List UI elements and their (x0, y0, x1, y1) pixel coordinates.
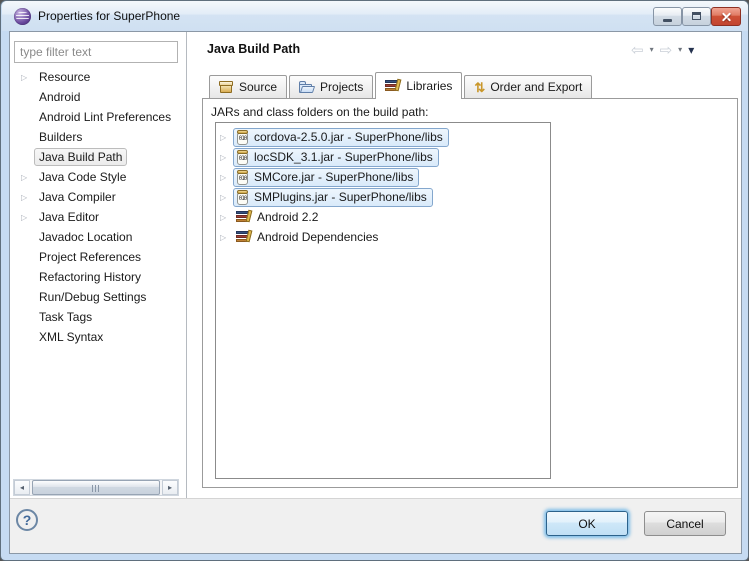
view-menu-icon[interactable]: ▾ (688, 44, 694, 56)
list-item-locsdk[interactable]: ▷ 010locSDK_3.1.jar - SuperPhone/libs (220, 147, 439, 167)
jar-icon: 010 (236, 190, 249, 205)
scrollbar-track[interactable] (30, 480, 162, 495)
jar-icon: 010 (236, 170, 249, 185)
sidebar-item-run-debug-settings[interactable]: Run/Debug Settings (21, 287, 151, 307)
library-icon (236, 210, 252, 224)
maximize-icon (692, 12, 701, 20)
sidebar-horizontal-scrollbar[interactable]: ◂ ▸ (13, 479, 179, 496)
close-button[interactable] (711, 7, 741, 26)
list-item-android-dependencies[interactable]: ▷ Android Dependencies (220, 227, 384, 247)
list-item-smplugins[interactable]: ▷ 010SMPlugins.jar - SuperPhone/libs (220, 187, 433, 207)
order-icon: ⇅ (474, 81, 485, 94)
sidebar-item-android[interactable]: Android (21, 87, 85, 107)
build-path-list[interactable]: ▷ 010cordova-2.5.0.jar - SuperPhone/libs… (215, 122, 551, 479)
sidebar-item-task-tags[interactable]: Task Tags (21, 307, 97, 327)
tab-libraries[interactable]: Libraries (375, 72, 462, 99)
folder-icon (299, 81, 315, 94)
list-item-android-22[interactable]: ▷ Android 2.2 (220, 207, 324, 227)
panel-divider (186, 32, 187, 498)
sidebar-item-javadoc-location[interactable]: Javadoc Location (21, 227, 137, 247)
sidebar-item-resource[interactable]: ▷Resource (21, 67, 95, 87)
back-icon[interactable]: ⇦ (631, 43, 644, 58)
sidebar-item-java-code-style[interactable]: ▷Java Code Style (21, 167, 131, 187)
back-dropdown-icon[interactable]: ▾ (650, 46, 654, 54)
sidebar-item-project-references[interactable]: Project References (21, 247, 146, 267)
sidebar-item-refactoring-history[interactable]: Refactoring History (21, 267, 146, 287)
window-title: Properties for SuperPhone (38, 9, 180, 23)
sidebar-item-java-editor[interactable]: ▷Java Editor (21, 207, 104, 227)
sidebar-item-java-compiler[interactable]: ▷Java Compiler (21, 187, 121, 207)
library-icon (385, 79, 401, 93)
expand-arrow-icon[interactable]: ▷ (21, 193, 34, 202)
eclipse-icon (14, 8, 31, 25)
sidebar-item-builders[interactable]: Builders (21, 127, 87, 147)
minimize-button[interactable] (653, 7, 682, 26)
tab-source[interactable]: Source (209, 75, 287, 99)
dialog-footer (10, 498, 741, 553)
expand-arrow-icon[interactable]: ▷ (220, 213, 233, 222)
expand-arrow-icon[interactable]: ▷ (21, 213, 34, 222)
list-label: JARs and class folders on the build path… (211, 105, 428, 119)
history-navigation: ⇦ ▾ ⇨ ▾ ▾ (631, 41, 739, 59)
expand-arrow-icon[interactable]: ▷ (220, 173, 233, 182)
jar-icon: 010 (236, 150, 249, 165)
forward-dropdown-icon[interactable]: ▾ (678, 46, 682, 54)
expand-arrow-icon[interactable]: ▷ (21, 173, 34, 182)
package-icon (219, 81, 234, 94)
ok-button[interactable]: OK (546, 511, 628, 536)
filter-input[interactable] (14, 41, 178, 63)
help-icon: ? (23, 512, 32, 528)
sidebar-item-xml-syntax[interactable]: XML Syntax (21, 327, 108, 347)
library-icon (236, 230, 252, 244)
scroll-right-icon[interactable]: ▸ (162, 480, 178, 495)
expand-arrow-icon[interactable]: ▷ (220, 133, 233, 142)
expand-arrow-icon[interactable]: ▷ (220, 153, 233, 162)
jar-icon: 010 (236, 130, 249, 145)
forward-icon[interactable]: ⇨ (660, 43, 673, 58)
help-button[interactable]: ? (16, 509, 38, 531)
sidebar-item-android-lint-preferences[interactable]: Android Lint Preferences (21, 107, 176, 127)
minimize-icon (663, 19, 672, 22)
tab-order-and-export[interactable]: ⇅ Order and Export (464, 75, 592, 99)
expand-arrow-icon[interactable]: ▷ (220, 233, 233, 242)
page-title: Java Build Path (207, 42, 300, 56)
build-path-tabs: Source Projects Libraries ⇅ Order and Ex… (209, 72, 592, 99)
list-item-cordova[interactable]: ▷ 010cordova-2.5.0.jar - SuperPhone/libs (220, 127, 449, 147)
list-item-smcore[interactable]: ▷ 010SMCore.jar - SuperPhone/libs (220, 167, 419, 187)
expand-arrow-icon[interactable]: ▷ (220, 193, 233, 202)
titlebar[interactable]: Properties for SuperPhone (2, 1, 749, 31)
tab-projects[interactable]: Projects (289, 75, 373, 99)
expand-arrow-icon[interactable]: ▷ (21, 73, 34, 82)
scroll-left-icon[interactable]: ◂ (14, 480, 30, 495)
maximize-button[interactable] (682, 7, 711, 26)
cancel-button[interactable]: Cancel (644, 511, 726, 536)
sidebar-item-java-build-path[interactable]: Java Build Path (21, 147, 127, 167)
properties-dialog: Properties for SuperPhone ▷Resource Andr… (0, 0, 749, 561)
scrollbar-thumb[interactable] (32, 480, 160, 495)
